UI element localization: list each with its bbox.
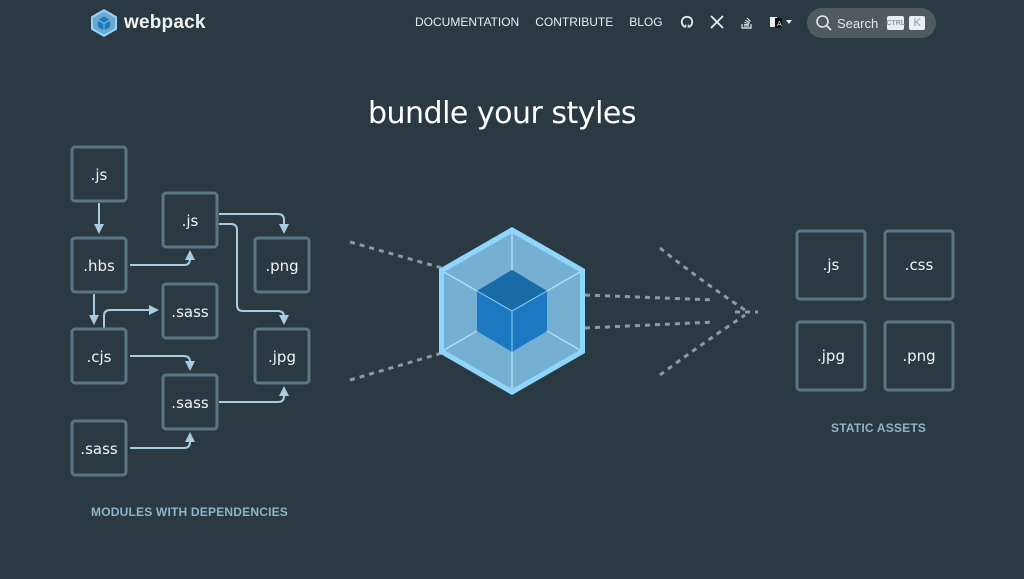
arrow-cjs-to-sass-mid <box>130 355 195 371</box>
asset-box: .jpg <box>795 320 867 392</box>
module-box: .jpg <box>253 327 311 385</box>
svg-text:.js: .js <box>91 166 108 184</box>
svg-text:.sass: .sass <box>80 440 118 458</box>
static-assets-caption: STATIC ASSETS <box>831 421 927 435</box>
module-box: .png <box>253 236 311 294</box>
asset-box: .png <box>883 320 955 392</box>
arrow-sass-to-jpg <box>219 386 289 403</box>
module-box: .sass <box>161 282 219 340</box>
bundle-diagram: .js .hbs .cjs .sass .js .sass .sass .png… <box>70 145 955 477</box>
svg-text:.sass: .sass <box>171 303 209 321</box>
svg-text:.hbs: .hbs <box>83 257 115 275</box>
svg-text:.js: .js <box>182 212 199 230</box>
svg-text:.js: .js <box>823 256 840 274</box>
module-box: .cjs <box>70 327 128 385</box>
module-box: .sass <box>161 373 219 431</box>
asset-box: .js <box>795 229 867 301</box>
asset-boxes: .js .css .jpg .png <box>795 229 955 392</box>
svg-text:.jpg: .jpg <box>817 347 845 365</box>
arrow-cjs-to-sass <box>103 305 159 328</box>
svg-text:.jpg: .jpg <box>268 348 296 366</box>
asset-box: .css <box>883 229 955 301</box>
module-box: .js <box>161 191 219 249</box>
svg-text:.sass: .sass <box>171 394 209 412</box>
svg-text:.png: .png <box>902 347 935 365</box>
svg-text:.cjs: .cjs <box>87 348 112 366</box>
module-box: .hbs <box>70 236 128 294</box>
module-box: .js <box>70 145 128 203</box>
module-box: .sass <box>70 419 128 477</box>
modules-caption: MODULES WITH DEPENDENCIES <box>91 505 289 519</box>
svg-text:.png: .png <box>265 257 298 275</box>
webpack-cube-icon <box>439 227 585 395</box>
svg-text:.css: .css <box>905 256 934 274</box>
arrow-hbs-to-js <box>130 250 195 266</box>
arrow-sass-to-sass-mid <box>130 432 195 449</box>
